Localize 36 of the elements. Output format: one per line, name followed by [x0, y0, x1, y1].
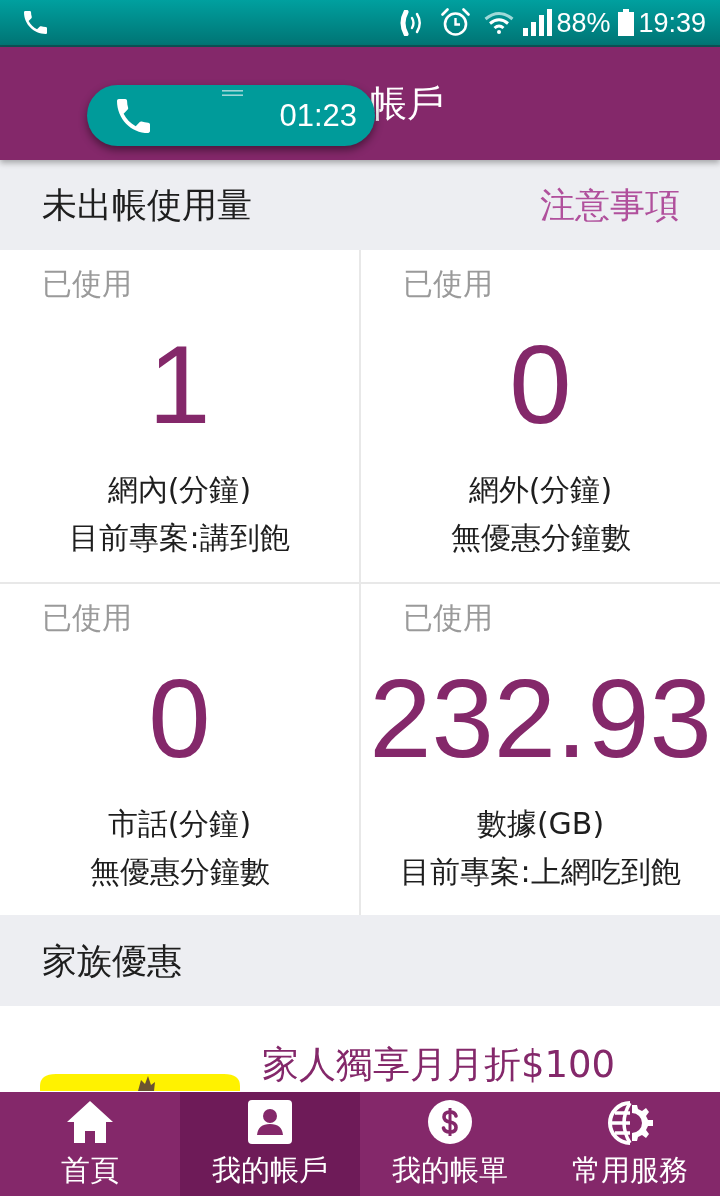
battery-percent: 88%: [556, 6, 611, 39]
usage-caption: 已使用: [403, 600, 493, 636]
usage-type-label: 市話(分鐘): [107, 805, 252, 843]
notes-link[interactable]: 注意事項: [540, 183, 680, 227]
section-title: 家族優惠: [42, 939, 182, 983]
nav-tab[interactable]: 我的帳戶: [180, 1092, 360, 1196]
promo-headline: 家人獨享月月折$100: [262, 1043, 616, 1087]
plan-label: 無優惠分鐘數: [450, 519, 631, 557]
alarm-clock-icon: [441, 8, 471, 37]
phone-icon: [117, 98, 150, 133]
section-title: 未出帳使用量: [42, 184, 252, 227]
plan-label: 目前專案:上網吃到飽: [400, 853, 681, 891]
plan-label: 目前專案:講到飽: [69, 519, 290, 557]
usage-type-label: 網內(分鐘): [107, 471, 252, 509]
dollar-icon: [428, 1100, 472, 1144]
usage-value: 1: [148, 321, 211, 449]
usage-type-label: 網外(分鐘): [468, 471, 613, 509]
plan-label: 無優惠分鐘數: [89, 853, 270, 891]
usage-caption: 已使用: [42, 600, 132, 636]
battery-icon: [618, 9, 635, 36]
wifi-icon: [484, 11, 515, 34]
usage-value: 232.93: [369, 655, 712, 783]
globe-gear-icon: [607, 1100, 653, 1146]
phone-icon: [24, 11, 47, 34]
drag-handle-icon: [222, 90, 243, 96]
usage-caption: 已使用: [403, 266, 493, 302]
phone-sound-icon: [399, 9, 424, 36]
signal-icon: [523, 9, 553, 36]
clock-time: 19:39: [638, 6, 706, 39]
home-icon: [66, 1100, 114, 1144]
usage-value: 0: [509, 321, 572, 449]
usage-value: 0: [148, 655, 211, 783]
usage-type-label: 數據(GB): [476, 805, 605, 843]
usage-caption: 已使用: [42, 266, 132, 302]
account-icon: [248, 1100, 292, 1144]
call-timer: 01:23: [279, 97, 357, 134]
